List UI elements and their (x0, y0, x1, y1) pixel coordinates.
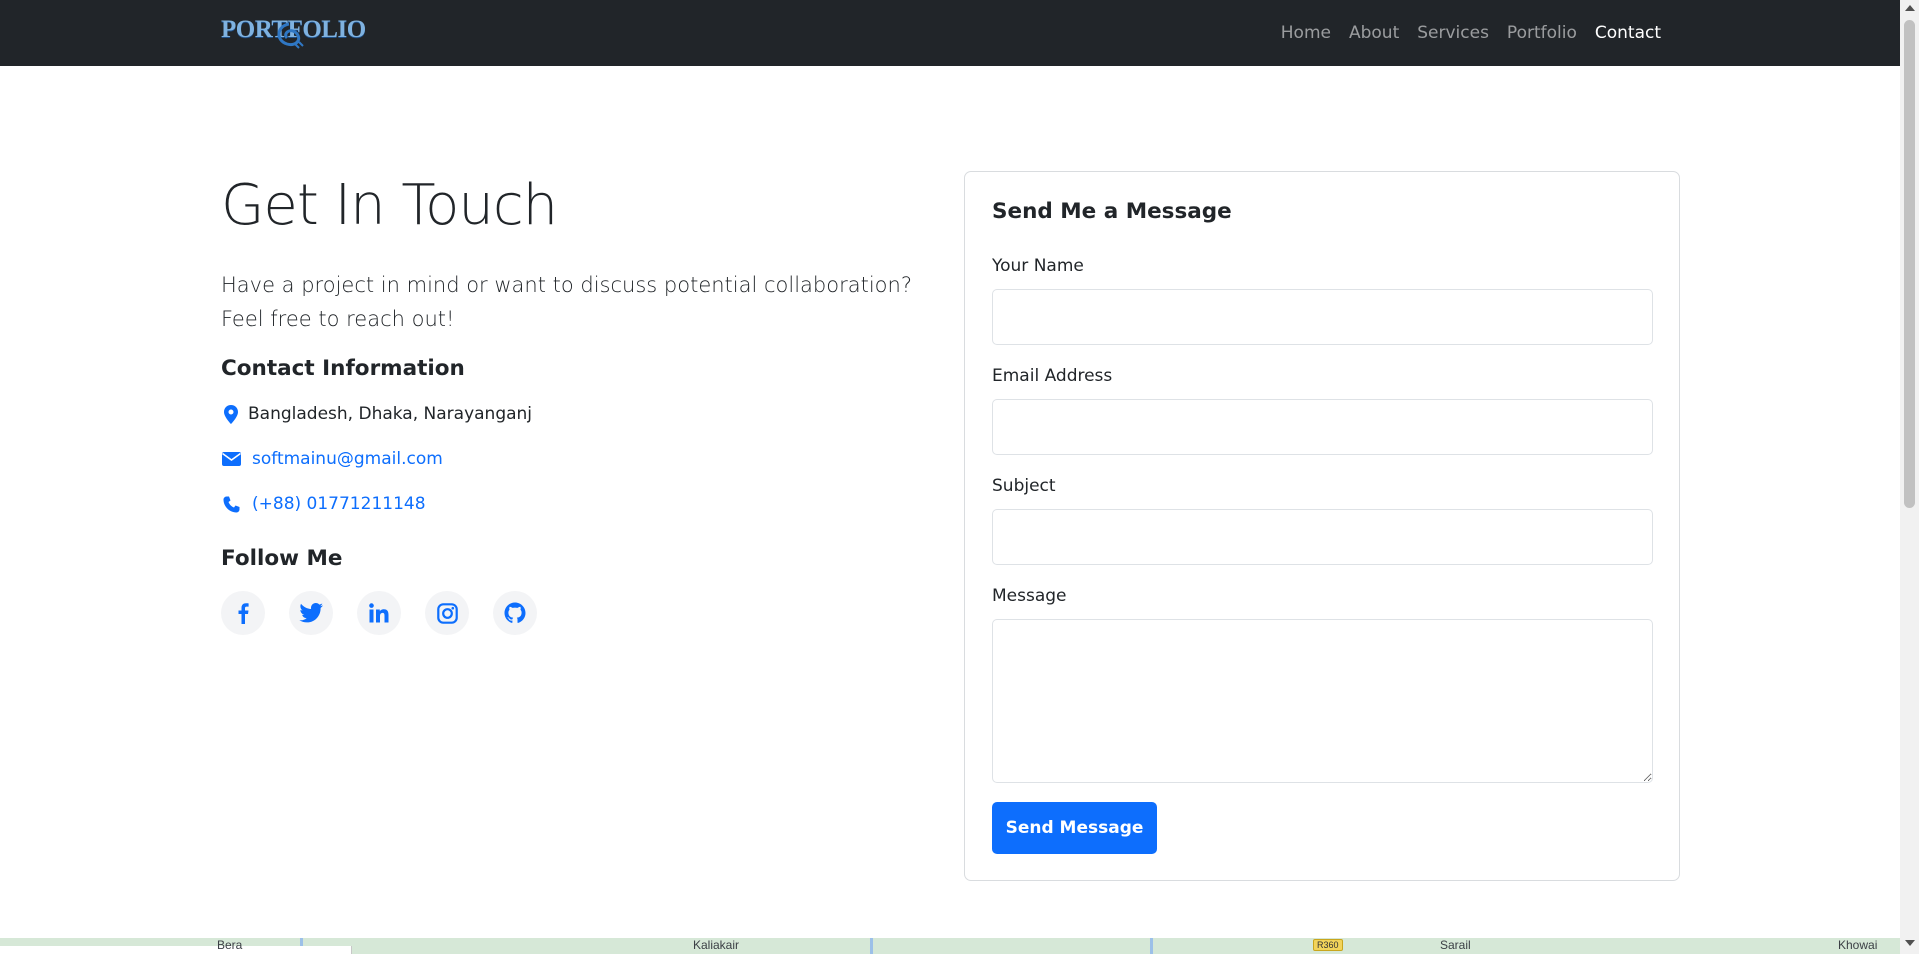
linkedin-link[interactable] (357, 591, 401, 635)
envelope-icon (221, 452, 241, 466)
facebook-icon (238, 603, 249, 624)
form-title: Send Me a Message (992, 199, 1232, 224)
map-river (870, 938, 873, 954)
map-label-sarail: Sarail (1440, 938, 1471, 952)
contact-address: Bangladesh, Dhaka, Narayanganj (248, 404, 533, 424)
nav-about[interactable]: About (1340, 23, 1408, 43)
scroll-thumb[interactable] (1904, 20, 1915, 508)
page-title: Get In Touch (221, 173, 558, 238)
map-river (1150, 938, 1153, 954)
contact-phone-row: (+88) 01771211148 (221, 494, 426, 514)
brand-logo[interactable]: PORTFOLIO (221, 12, 366, 52)
name-input[interactable] (992, 289, 1653, 345)
map-label-kaliakair: Kaliakair (693, 938, 740, 952)
email-label: Email Address (992, 366, 1113, 386)
message-textarea[interactable] (992, 619, 1653, 783)
nav-home[interactable]: Home (1272, 23, 1340, 43)
navbar: PORTFOLIO Home About Services Portfolio … (0, 0, 1900, 66)
map-marker-icon (221, 404, 241, 424)
nav-portfolio[interactable]: Portfolio (1498, 23, 1586, 43)
scroll-up-icon[interactable] (1905, 5, 1915, 11)
subject-label: Subject (992, 476, 1056, 496)
twitter-link[interactable] (289, 591, 333, 635)
name-label: Your Name (992, 256, 1084, 276)
contact-form-card: Send Me a Message Your Name Email Addres… (964, 171, 1680, 881)
facebook-link[interactable] (221, 591, 265, 635)
contact-address-row: Bangladesh, Dhaka, Narayanganj (221, 404, 532, 424)
contact-email-link[interactable]: softmainu@gmail.com (252, 449, 443, 469)
follow-title: Follow Me (221, 546, 343, 571)
contact-intro: Get In Touch Have a project in mind or w… (221, 170, 941, 336)
contact-info-title: Contact Information (221, 356, 465, 381)
subject-input[interactable] (992, 509, 1653, 565)
page-scrollbar[interactable] (1900, 0, 1919, 954)
map-label-bera: Bera (217, 938, 243, 952)
map-info-panel (0, 946, 352, 954)
email-input[interactable] (992, 399, 1653, 455)
map-embed[interactable]: Bera Kaliakair R360 Sarail Khowai (0, 938, 1900, 954)
github-icon (504, 602, 526, 623)
map-label-khowai: Khowai (1838, 938, 1878, 952)
send-message-button[interactable]: Send Message (992, 802, 1157, 854)
instagram-link[interactable] (425, 591, 469, 635)
twitter-icon (299, 603, 323, 623)
github-link[interactable] (493, 591, 537, 635)
contact-phone-link[interactable]: (+88) 01771211148 (252, 494, 426, 514)
phone-icon (221, 496, 241, 513)
instagram-icon (436, 602, 458, 624)
nav-services[interactable]: Services (1408, 23, 1498, 43)
map-road-badge: R360 (1313, 939, 1343, 951)
message-label: Message (992, 586, 1067, 606)
logo-swirl-icon (277, 22, 304, 49)
social-links (221, 591, 537, 635)
nav-contact[interactable]: Contact (1586, 23, 1670, 43)
linkedin-icon (369, 603, 389, 623)
scroll-down-icon[interactable] (1905, 940, 1915, 946)
contact-email-row: softmainu@gmail.com (221, 449, 443, 469)
nav-links: Home About Services Portfolio Contact (1272, 0, 1670, 66)
page-lead: Have a project in mind or want to discus… (221, 273, 912, 331)
